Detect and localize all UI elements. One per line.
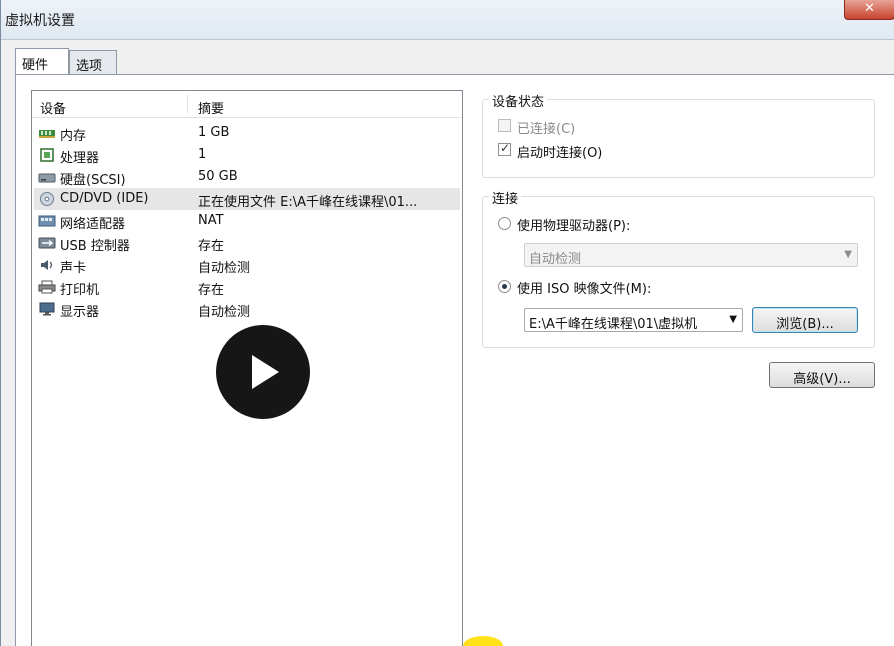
column-separator [187, 95, 188, 113]
physical-drive-dropdown[interactable]: 自动检测 ▼ [524, 243, 858, 267]
device-row-memory[interactable]: 内存 1 GB [34, 122, 460, 144]
device-row-processor[interactable]: 处理器 1 [34, 144, 460, 166]
device-summary: 50 GB [198, 169, 238, 184]
device-name: 网络适配器 [60, 217, 126, 232]
device-row-harddisk[interactable]: 硬盘(SCSI) 50 GB [34, 166, 460, 188]
device-summary: 1 [198, 147, 207, 162]
device-name: 处理器 [60, 151, 100, 166]
device-name: 打印机 [60, 283, 100, 298]
tab-hardware[interactable]: 硬件 [15, 48, 69, 74]
checkmark-icon: ✓ [500, 141, 511, 155]
vm-settings-window: 虚拟机设置 ✕ 硬件 选项 设备 摘要 内存 1 GB 处理器 1 硬盘(SCS… [0, 0, 894, 646]
device-summary: 自动检测 [198, 305, 251, 320]
device-summary: 存在 [198, 239, 225, 254]
monitor-icon [39, 302, 55, 316]
cd-dvd-icon [40, 192, 54, 206]
printer-icon [38, 280, 56, 294]
device-name: 显示器 [60, 305, 100, 320]
window-title: 虚拟机设置 [5, 13, 75, 29]
memory-icon [39, 130, 55, 138]
device-row-network-adapter[interactable]: 网络适配器 NAT [34, 210, 460, 232]
connected-label: 已连接(C) [517, 122, 576, 137]
title-bar: 虚拟机设置 ✕ [1, 0, 894, 40]
device-name: 内存 [60, 129, 87, 144]
connected-checkbox[interactable] [498, 119, 511, 132]
play-button[interactable] [216, 325, 310, 419]
device-row-sound-card[interactable]: 声卡 自动检测 [34, 254, 460, 276]
connection-legend: 连接 [489, 188, 522, 207]
advanced-button[interactable]: 高级(V)... [769, 362, 875, 388]
close-icon: ✕ [864, 1, 875, 16]
harddisk-icon [38, 173, 56, 183]
network-adapter-icon [38, 215, 56, 227]
device-name: 硬盘(SCSI) [60, 173, 126, 188]
column-header-device[interactable]: 设备 [40, 98, 66, 117]
device-row-monitor[interactable]: 显示器 自动检测 [34, 298, 460, 320]
iso-image-radio[interactable] [498, 280, 511, 293]
device-name: CD/DVD (IDE) [60, 191, 149, 206]
iso-path-value: E:\A千峰在线课程\01\虚拟机 [529, 317, 698, 332]
play-icon [252, 355, 279, 389]
device-summary: 存在 [198, 283, 225, 298]
physical-drive-label: 使用物理驱动器(P): [517, 219, 631, 234]
connect-at-power-on-label: 启动时连接(O) [517, 146, 603, 161]
iso-image-label: 使用 ISO 映像文件(M): [517, 282, 652, 297]
device-status-group: 设备状态 [482, 91, 875, 178]
iso-path-combobox[interactable]: E:\A千峰在线课程\01\虚拟机 ▼ [524, 308, 743, 332]
chevron-down-icon: ▼ [729, 314, 737, 325]
device-row-cd-dvd[interactable]: CD/DVD (IDE) 正在使用文件 E:\A千峰在线课程\01... [34, 188, 460, 210]
device-summary: 1 GB [198, 125, 230, 140]
close-button[interactable]: ✕ [844, 0, 894, 20]
cpu-icon [40, 148, 54, 162]
device-list-header: 设备 摘要 [32, 91, 462, 118]
device-row-printer[interactable]: 打印机 存在 [34, 276, 460, 298]
device-name: USB 控制器 [60, 239, 130, 254]
device-status-legend: 设备状态 [489, 91, 548, 110]
device-name: 声卡 [60, 261, 87, 276]
physical-drive-radio[interactable] [498, 217, 511, 230]
device-summary: NAT [198, 213, 224, 228]
device-summary: 自动检测 [198, 261, 251, 276]
connect-at-power-on-checkbox[interactable]: ✓ [498, 141, 511, 156]
dropdown-value: 自动检测 [529, 252, 582, 267]
chevron-down-icon: ▼ [844, 249, 852, 260]
device-summary: 正在使用文件 E:\A千峰在线课程\01... [198, 195, 418, 210]
browse-button[interactable]: 浏览(B)... [752, 307, 858, 333]
sound-card-icon [41, 260, 53, 270]
usb-icon [38, 237, 56, 249]
radio-dot [502, 284, 507, 289]
column-header-summary[interactable]: 摘要 [198, 98, 224, 117]
device-row-usb-controller[interactable]: USB 控制器 存在 [34, 232, 460, 254]
tab-options[interactable]: 选项 [69, 50, 117, 74]
